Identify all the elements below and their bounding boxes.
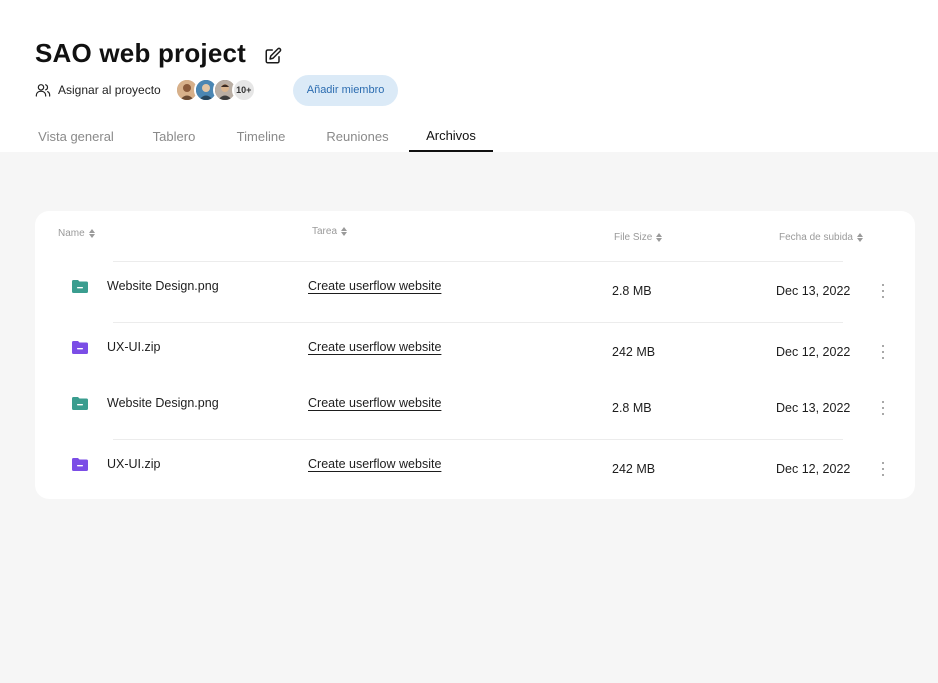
file-name[interactable]: UX-UI.zip	[107, 457, 160, 471]
more-options-icon[interactable]	[878, 284, 888, 298]
edit-icon[interactable]	[264, 47, 282, 65]
task-link[interactable]: Create userflow website	[308, 340, 441, 354]
column-header-name[interactable]: Name	[58, 228, 95, 239]
more-options-icon[interactable]	[878, 401, 888, 415]
task-link[interactable]: Create userflow website	[308, 457, 441, 471]
more-options-icon[interactable]	[878, 462, 888, 476]
divider	[113, 322, 843, 323]
sort-icon	[341, 227, 348, 236]
upload-date: Dec 12, 2022	[776, 462, 851, 476]
tab-timeline[interactable]: Timeline	[231, 120, 291, 152]
folder-icon	[72, 341, 88, 354]
more-members-badge[interactable]: 10+	[231, 78, 256, 102]
table-row[interactable]: UX-UI.zip Create userflow website 242 MB…	[35, 329, 915, 369]
file-name[interactable]: Website Design.png	[107, 396, 219, 410]
upload-date: Dec 13, 2022	[776, 401, 851, 415]
file-size: 242 MB	[612, 462, 656, 476]
table-row[interactable]: Website Design.png Create userflow websi…	[35, 385, 915, 425]
folder-icon	[72, 458, 88, 471]
file-name[interactable]: Website Design.png	[107, 279, 219, 293]
column-header-name-label: Name	[58, 228, 85, 239]
users-icon	[35, 84, 51, 97]
divider	[113, 261, 843, 262]
project-tabs: Vista general Tablero Timeline Reuniones…	[0, 120, 938, 152]
column-header-task[interactable]: Tarea	[312, 226, 348, 237]
tab-archivos[interactable]: Archivos	[409, 120, 493, 152]
folder-icon	[72, 397, 88, 410]
task-link[interactable]: Create userflow website	[308, 279, 441, 293]
column-header-size-label: File Size	[614, 232, 653, 243]
file-size: 2.8 MB	[612, 284, 652, 298]
project-meta-row: Asignar al proyecto 10+ Añadir miembro	[35, 74, 399, 106]
assign-to-project[interactable]: Asignar al proyecto	[35, 82, 161, 98]
column-header-size[interactable]: File Size	[614, 232, 663, 243]
files-table: Name Tarea File Size Fecha de subida Web…	[35, 211, 915, 499]
table-row[interactable]: Website Design.png Create userflow websi…	[35, 268, 915, 308]
more-options-icon[interactable]	[878, 345, 888, 359]
sort-icon	[856, 233, 863, 242]
tab-reuniones[interactable]: Reuniones	[321, 120, 394, 152]
upload-date: Dec 12, 2022	[776, 345, 851, 359]
tab-tablero[interactable]: Tablero	[146, 120, 202, 152]
page-title: SAO web project	[35, 38, 247, 68]
table-row[interactable]: UX-UI.zip Create userflow website 242 MB…	[35, 446, 915, 486]
divider	[113, 439, 843, 440]
file-size: 2.8 MB	[612, 401, 652, 415]
upload-date: Dec 13, 2022	[776, 284, 851, 298]
column-header-task-label: Tarea	[312, 226, 338, 237]
file-size: 242 MB	[612, 345, 656, 359]
project-header: SAO web project Asignar al proyecto 10+ …	[0, 0, 938, 152]
column-header-date-label: Fecha de subida	[779, 232, 853, 243]
sort-icon	[88, 229, 95, 238]
add-member-button[interactable]: Añadir miembro	[292, 74, 399, 106]
column-header-date[interactable]: Fecha de subida	[779, 232, 863, 243]
title-row: SAO web project	[35, 38, 282, 69]
file-name[interactable]: UX-UI.zip	[107, 340, 160, 354]
assign-label: Asignar al proyecto	[58, 83, 161, 97]
task-link[interactable]: Create userflow website	[308, 396, 441, 410]
sort-icon	[656, 233, 663, 242]
files-content-area: Name Tarea File Size Fecha de subida Web…	[0, 152, 938, 683]
tab-vista-general[interactable]: Vista general	[35, 120, 117, 152]
folder-icon	[72, 280, 88, 293]
member-avatars[interactable]: 10+	[174, 78, 256, 102]
